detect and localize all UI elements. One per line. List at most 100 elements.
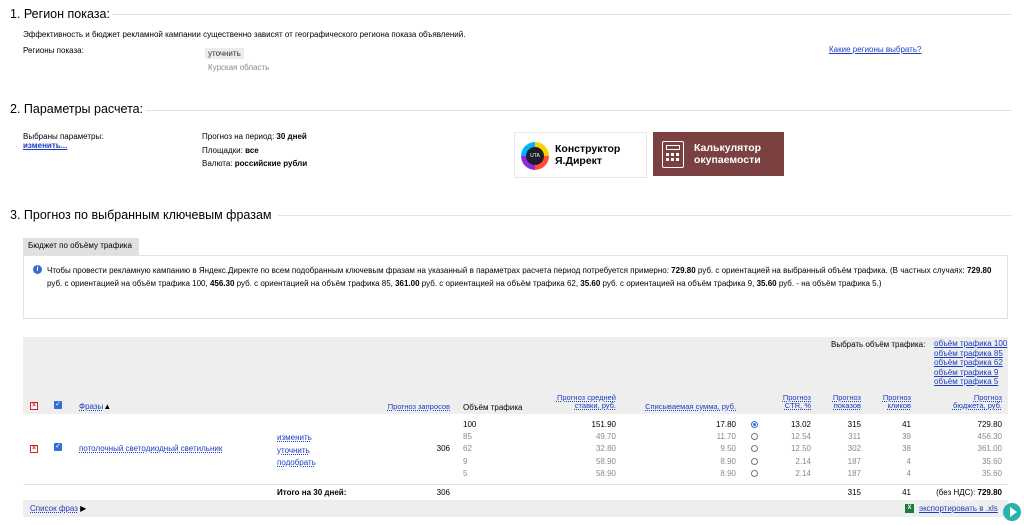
traffic-column-header: Объём трафика xyxy=(463,403,523,412)
info-part: руб. - на объём трафика 5.) xyxy=(776,279,882,288)
calc-line1: Калькулятор xyxy=(694,142,762,154)
variant-clicks: 41 xyxy=(902,420,911,429)
phrases-sort-link[interactable]: Фразы xyxy=(79,402,103,411)
variant-shows: 302 xyxy=(847,444,861,454)
change-params-link[interactable]: изменить... xyxy=(23,141,67,150)
traffic-variant-radio[interactable] xyxy=(751,433,758,441)
variant-bid: 58.90 xyxy=(595,456,616,466)
total-budget: (без НДС): 729.80 xyxy=(900,488,1002,497)
ctr-header-line2: CTR, % xyxy=(784,401,811,410)
variant-shows: 187 xyxy=(847,468,861,478)
period-label: Прогноз на период: xyxy=(202,132,275,141)
info-value: 729.80 xyxy=(966,266,992,275)
variant-ctr: 13.02 xyxy=(790,420,811,429)
section3-title: 3. Прогноз по выбранным ключевым фразам xyxy=(10,208,272,222)
roi-calculator-banner[interactable]: Калькулятор окупаемости xyxy=(653,132,784,176)
period-value: 30 дней xyxy=(276,132,307,141)
section1-description: Эффективность и бюджет рекламной кампани… xyxy=(23,30,466,39)
regions-label: Регионы показа: xyxy=(23,46,84,55)
info-part: руб. с ориентацией на объём трафика 85, xyxy=(234,279,396,288)
phrases-column-header[interactable]: Фразы▲ xyxy=(79,402,111,411)
total-label: Итого на 30 дней: xyxy=(277,488,347,497)
variant-bid: 32.80 xyxy=(595,444,616,454)
variant-traffic: 5 xyxy=(463,468,468,478)
traffic-variant-radio[interactable] xyxy=(751,421,758,428)
pick-phrases-link[interactable]: подобрать xyxy=(277,458,316,467)
clicks-header-line2: кликов xyxy=(887,401,911,410)
traffic-variant-radio[interactable] xyxy=(751,445,758,453)
traffic-variant-radio[interactable] xyxy=(751,457,758,465)
delete-all-icon[interactable]: × xyxy=(30,402,38,410)
currency-value: российские рубли xyxy=(234,159,308,168)
variant-budget: 35.60 xyxy=(981,456,1002,466)
variant-clicks: 39 xyxy=(902,432,911,442)
traffic-variant-radio[interactable] xyxy=(751,469,758,477)
variant-traffic: 100 xyxy=(463,420,477,429)
constructor-promo-banner[interactable]: UTA Конструктор Я.Директ xyxy=(514,132,647,178)
total-divider xyxy=(23,484,1008,485)
clicks-column-header[interactable]: Прогноз кликов xyxy=(870,394,911,410)
select-all-checkbox[interactable]: ✓ xyxy=(54,401,62,409)
traffic-link-9[interactable]: объём трафика 9 xyxy=(934,368,1007,378)
info-part: руб. с ориентацией на объём трафика 100, xyxy=(47,279,210,288)
sort-asc-icon: ▲ xyxy=(103,402,112,411)
phrase-checkbox[interactable]: ✓ xyxy=(54,443,62,451)
info-value: 361.00 xyxy=(395,279,420,288)
variant-bid: 58.90 xyxy=(595,468,616,478)
info-value: 35.60 xyxy=(580,279,601,288)
phrase-link[interactable]: потолочный светодиодный светильник xyxy=(79,444,222,453)
variant-charged: 11.70 xyxy=(716,432,736,442)
traffic-link-100[interactable]: объём трафика 100 xyxy=(934,339,1007,349)
budget-column-header[interactable]: Прогноз бюджета, руб. xyxy=(930,394,1002,410)
variant-shows: 315 xyxy=(847,420,861,429)
info-value: 729.80 xyxy=(671,266,696,275)
variant-budget: 35.60 xyxy=(981,468,1002,478)
info-part: руб. с ориентацией на объём трафика 62, xyxy=(419,279,581,288)
refine-phrase-link[interactable]: уточнить xyxy=(277,446,310,455)
charged-column-header[interactable]: Списываемая сумма, руб. xyxy=(630,403,736,411)
variant-clicks: 38 xyxy=(902,444,911,454)
refine-region-button[interactable]: уточнить xyxy=(205,48,244,59)
info-icon: i xyxy=(33,265,42,274)
period-line: Прогноз на период: 30 дней xyxy=(202,132,307,141)
currency-line: Валюта: российские рубли xyxy=(202,159,307,168)
info-part: руб. с ориентацией на выбранный объём тр… xyxy=(695,266,967,275)
constructor-line1: Конструктор xyxy=(555,143,621,155)
uta-logo-text: UTA xyxy=(526,147,544,165)
traffic-link-85[interactable]: объём трафика 85 xyxy=(934,349,1007,359)
variant-ctr: 2.14 xyxy=(795,468,811,478)
section2-divider xyxy=(146,110,1012,111)
variant-bid: 49.70 xyxy=(595,432,616,442)
ctr-column-header[interactable]: Прогноз CTR, % xyxy=(760,394,811,410)
variant-budget: 729.80 xyxy=(977,420,1002,429)
play-icon[interactable] xyxy=(1003,503,1021,521)
export-xls-link[interactable]: экспортировать в .xls xyxy=(919,504,998,513)
change-phrase-link[interactable]: изменить xyxy=(277,433,312,442)
info-text: Чтобы провести рекламную кампанию в Янде… xyxy=(47,264,1002,290)
calculator-icon xyxy=(662,141,684,168)
info-value: 35.60 xyxy=(756,279,777,288)
phrase-list-toggle[interactable]: Список фраз ▶ xyxy=(30,504,86,513)
which-regions-link[interactable]: Какие регионы выбрать? xyxy=(829,45,921,54)
traffic-link-62[interactable]: объём трафика 62 xyxy=(934,358,1007,368)
tab-budget-by-traffic[interactable]: Бюджет по объёму трафика xyxy=(23,238,139,255)
sites-line: Площадки: все xyxy=(202,146,259,155)
phrase-list-link[interactable]: Список фраз xyxy=(30,504,78,513)
avg-bid-header-line2: ставки, руб. xyxy=(574,401,616,410)
section2-title: 2. Параметры расчета: xyxy=(10,102,144,116)
total-budget-value: 729.80 xyxy=(977,488,1002,497)
variant-clicks: 4 xyxy=(906,468,911,478)
excel-icon: X xyxy=(905,504,914,513)
select-traffic-label: Выбрать объём трафика: xyxy=(831,340,926,349)
calc-line2: окупаемости xyxy=(694,154,761,166)
avg-bid-column-header[interactable]: Прогноз средней ставки, руб. xyxy=(540,394,616,410)
phrase-requests: 306 xyxy=(436,444,450,453)
delete-phrase-icon[interactable]: × xyxy=(30,445,38,453)
requests-column-header[interactable]: Прогноз запросов xyxy=(370,403,450,411)
traffic-link-5[interactable]: объём трафика 5 xyxy=(934,377,1007,387)
variant-charged: 8.90 xyxy=(720,468,736,478)
variant-bid: 151.90 xyxy=(591,420,616,429)
shows-column-header[interactable]: Прогноз показов xyxy=(820,394,861,410)
variant-budget: 361.00 xyxy=(977,444,1002,454)
variant-traffic: 62 xyxy=(463,444,472,454)
